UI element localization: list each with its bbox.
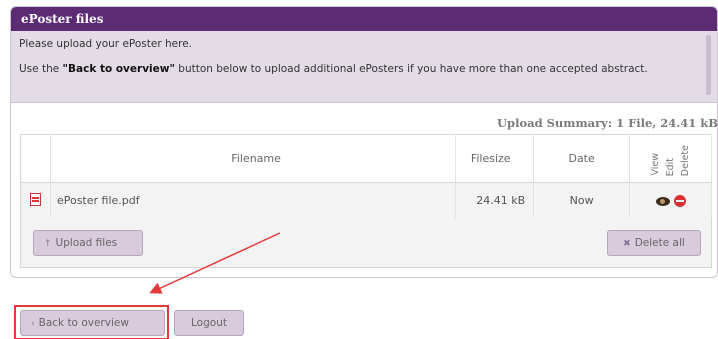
file-date: Now	[533, 182, 631, 219]
info-text-post: button below to upload additional ePoste…	[174, 63, 648, 75]
header-filename: Filename	[50, 134, 457, 183]
delete-all-button[interactable]: ✖ Delete all	[607, 230, 701, 256]
upload-files-button[interactable]: ↑ Upload files	[33, 230, 143, 256]
header-date: Date	[533, 134, 631, 183]
file-type-cell	[20, 182, 51, 219]
info-box: Please upload your ePoster here. Use the…	[11, 31, 717, 103]
header-edit: Edit	[665, 157, 677, 176]
delete-all-label: Delete all	[634, 237, 685, 249]
info-scrollbar[interactable]	[706, 35, 711, 95]
info-text-pre: Use the	[19, 63, 63, 75]
upload-arrow-icon: ↑	[44, 239, 52, 249]
table-header-row: Filename Filesize Date View Edit Delete	[20, 134, 712, 183]
table-row: ePoster file.pdf 24.41 kB Now	[20, 182, 712, 219]
upload-files-label: Upload files	[55, 237, 118, 249]
file-size: 24.41 kB	[455, 182, 535, 219]
panel-title: ePoster files	[11, 7, 717, 31]
logout-label: Logout	[191, 317, 227, 329]
table-footer: ↑ Upload files ✖ Delete all	[20, 218, 712, 268]
annotation-highlight-box	[14, 305, 169, 339]
header-filesize: Filesize	[455, 134, 535, 183]
files-table: Filename Filesize Date View Edit Delete …	[20, 134, 712, 219]
delete-icon[interactable]	[673, 195, 686, 207]
header-delete: Delete	[680, 144, 692, 176]
logout-button[interactable]: Logout	[174, 310, 244, 336]
file-actions	[629, 182, 712, 219]
info-text-bold: "Back to overview"	[62, 63, 175, 75]
upload-summary: Upload Summary: 1 File, 24.41 kB	[497, 116, 718, 130]
view-eye-icon[interactable]	[655, 196, 670, 206]
info-text-back-to-overview: Use the "Back to overview" button below …	[19, 63, 707, 76]
x-icon: ✖	[623, 239, 631, 249]
pdf-icon	[29, 192, 41, 206]
file-name[interactable]: ePoster file.pdf	[50, 182, 457, 219]
info-text-upload: Please upload your ePoster here.	[19, 38, 192, 50]
header-view: View	[650, 153, 662, 176]
header-actions: View Edit Delete	[629, 134, 712, 183]
header-icon-cell	[20, 134, 51, 183]
